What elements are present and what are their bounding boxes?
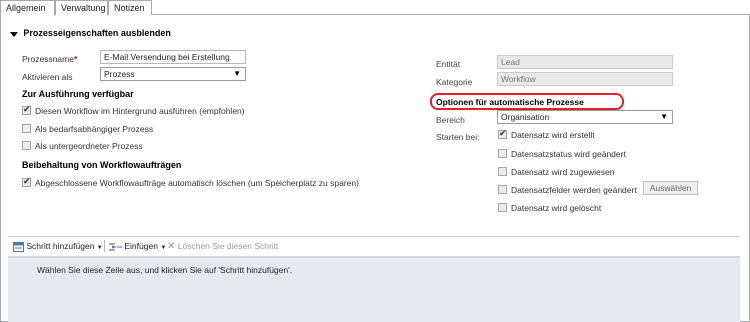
auto-loeschen-checkbox[interactable]: ✔ [22, 176, 31, 187]
erstellt-checkbox[interactable]: ✔ [498, 128, 507, 139]
bedarfsabhaengig-label: Als bedarfsabhängiger Prozess [35, 124, 154, 134]
entitaet-value: Lead [501, 57, 520, 67]
checkmark-icon: ✔ [23, 104, 31, 114]
tab-bar: Allgemein Verwaltung Notizen [0, 0, 750, 16]
section-toggle[interactable]: Prozesseigenschaften ausblenden [10, 28, 171, 38]
chevron-down-icon: ▼ [160, 245, 167, 251]
kategorie-label: Kategorie [436, 77, 473, 87]
chevron-down-icon: ▼ [96, 245, 103, 251]
tab-allgemein[interactable]: Allgemein [0, 0, 55, 16]
delete-x-icon: ✕ [167, 241, 176, 252]
kategorie-value: Workflow [501, 74, 536, 84]
kategorie-field: Workflow [497, 72, 673, 86]
bedarfsabhaengig-checkbox[interactable] [22, 124, 31, 133]
add-step-icon [13, 241, 24, 252]
bereich-label: Bereich [436, 115, 465, 125]
geloescht-label: Datensatz wird gelöscht [511, 203, 602, 213]
dropdown-arrow-icon: ▼ [233, 69, 241, 78]
prozessname-label: Prozessname* [22, 54, 77, 64]
tab-allgemein-label: Allgemein [6, 3, 46, 13]
beibehaltung-heading: Beibehaltung von Workflowaufträgen [22, 160, 182, 170]
schritt-loeschen-label: Löschen Sie diesen Schritt [177, 241, 279, 251]
required-asterisk: * [73, 54, 78, 64]
section-title: Prozesseigenschaften ausblenden [23, 28, 171, 38]
toolbar-divider [8, 236, 740, 237]
entitaet-label: Entität [436, 59, 461, 69]
starten-label: Starten bei: [436, 132, 480, 142]
toolbar-separator [104, 240, 105, 252]
tab-verwaltung[interactable]: Verwaltung [55, 0, 108, 15]
einfuegen-button[interactable]: Einfügen ▼ [109, 240, 166, 253]
dropdown-arrow-icon: ▼ [660, 112, 668, 121]
entitaet-field: Lead [497, 55, 673, 69]
geloescht-checkbox[interactable] [498, 203, 507, 212]
untergeordnet-label: Als untergeordneter Prozess [35, 141, 143, 151]
prozessname-input[interactable]: E-Mail Versendung bei Erstellung eines n [100, 50, 246, 64]
einfuegen-label: Einfügen [124, 241, 158, 251]
tab-verwaltung-label: Verwaltung [61, 3, 106, 13]
zugewiesen-checkbox[interactable] [498, 167, 507, 176]
prozessname-label-text: Prozessname [22, 54, 74, 64]
status-geaendert-label: Datensatzstatus wird geändert [511, 149, 626, 159]
schritt-hinzufuegen-label: Schritt hinzufügen [26, 241, 95, 251]
aktivieren-label: Aktivieren als [22, 72, 73, 82]
aktivieren-select[interactable]: Prozess ▼ [100, 67, 246, 81]
auswaehlen-button-label: Auswählen [649, 183, 692, 193]
auto-loeschen-label: Abgeschlossene Workflowaufträge automati… [35, 178, 359, 188]
checkmark-icon: ✔ [499, 128, 507, 138]
ausfuehrung-heading: Zur Ausführung verfügbar [22, 89, 134, 99]
tab-notizen[interactable]: Notizen [108, 0, 152, 15]
steps-area[interactable]: Wählen Sie diese Zeile aus, und klicken … [8, 258, 740, 322]
status-geaendert-checkbox[interactable] [498, 149, 507, 158]
schritt-loeschen-button[interactable]: ✕ Löschen Sie diesen Schritt [167, 240, 278, 253]
schritt-hinzufuegen-button[interactable]: Schritt hinzufügen ▼ [13, 240, 103, 253]
hintergrund-checkbox[interactable]: ✔ [22, 104, 31, 115]
insert-icon [109, 243, 122, 251]
erstellt-label: Datensatz wird erstellt [511, 130, 595, 140]
auswaehlen-button[interactable]: Auswählen [643, 181, 698, 195]
optionen-heading: Optionen für automatische Prozesse [436, 97, 584, 107]
steps-hint-row[interactable]: Wählen Sie diese Zeile aus, und klicken … [37, 265, 292, 275]
felder-geaendert-checkbox[interactable] [498, 185, 507, 194]
zugewiesen-label: Datensatz wird zugewiesen [511, 167, 615, 177]
tab-notizen-label: Notizen [114, 3, 145, 13]
prozessname-value: E-Mail Versendung bei Erstellung eines n [104, 52, 230, 62]
bereich-select[interactable]: Organisation ▼ [497, 110, 673, 124]
collapse-triangle-icon [10, 31, 18, 37]
bereich-value: Organisation [501, 112, 550, 122]
untergeordnet-checkbox[interactable] [22, 141, 31, 150]
checkmark-icon: ✔ [23, 176, 31, 186]
aktivieren-value: Prozess [104, 69, 135, 79]
felder-geaendert-label: Datensatzfelder werden geändert [511, 185, 637, 195]
hintergrund-label: Diesen Workflow im Hintergrund ausführen… [35, 106, 245, 116]
